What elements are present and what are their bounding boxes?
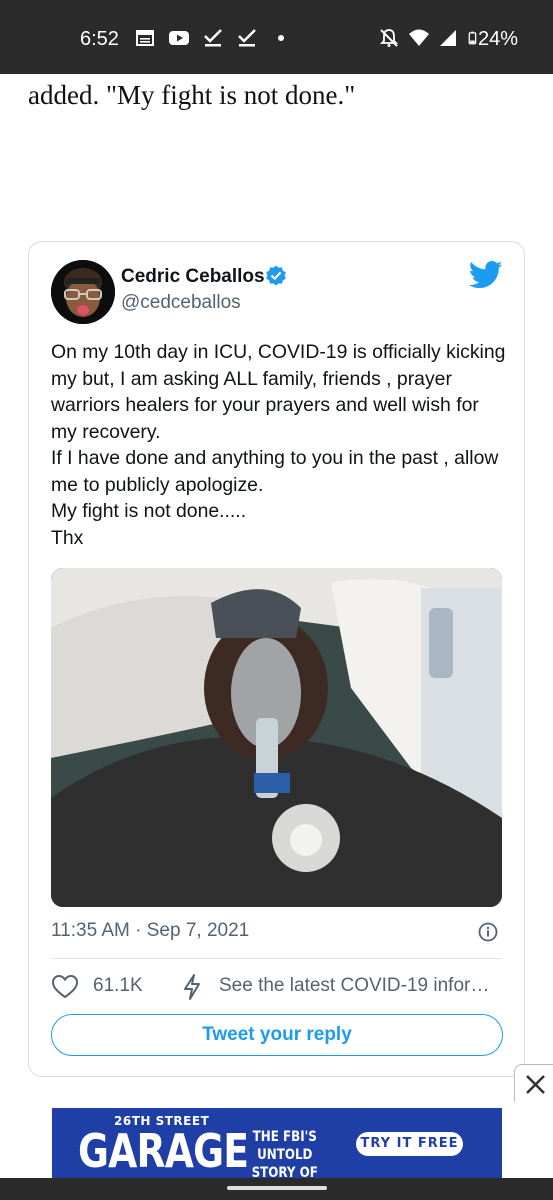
hospital-photo <box>51 568 502 907</box>
embedded-tweet[interactable]: Cedric Ceballos @cedceballos On my 10th … <box>28 241 525 1077</box>
status-bar: 6:52 24% <box>0 0 553 74</box>
wifi-icon <box>409 29 429 46</box>
tweet-line: my recovery. <box>51 420 161 443</box>
tweet-line: my but, I am asking ALL family, friends … <box>51 367 452 390</box>
youtube-icon <box>169 31 189 45</box>
dot-icon <box>278 35 284 41</box>
ad-tagline: THE FBI'S UNTOLD STORY OF 9/11 <box>238 1128 332 1178</box>
tweet-photo[interactable] <box>51 568 502 907</box>
home-gesture-handle[interactable] <box>227 1186 327 1190</box>
info-icon[interactable] <box>478 922 498 942</box>
covid-info-link[interactable]: See the latest COVID-19 infor… <box>219 975 489 997</box>
system-icons <box>378 28 482 48</box>
tweet-timestamp[interactable]: 11:35 AM · Sep 7, 2021 <box>51 920 249 942</box>
like-count[interactable]: 61.1K <box>93 975 143 997</box>
check-icon <box>238 29 256 47</box>
tweet-line: On my 10th day in ICU, COVID-19 is offic… <box>51 341 506 363</box>
ad-tagline-line: THE FBI'S UNTOLD <box>252 1129 317 1163</box>
tweet-line: If I have done and anything to you in th… <box>51 447 499 469</box>
signal-icon <box>440 30 456 46</box>
navigation-bar <box>0 1178 553 1200</box>
heart-icon[interactable] <box>51 974 79 1000</box>
divider <box>51 958 502 959</box>
battery-percentage: 24% <box>478 28 519 50</box>
tweet-line: me to publicly apologize. <box>51 473 264 496</box>
article-paragraph: added. "My fight is not done." <box>28 80 356 110</box>
twitter-logo-icon[interactable] <box>469 260 503 290</box>
verified-badge-icon <box>266 265 286 286</box>
avatar[interactable] <box>51 260 115 324</box>
tweet-line: Thx <box>51 526 84 549</box>
close-icon <box>526 1075 545 1094</box>
author-name[interactable]: Cedric Ceballos <box>121 266 265 288</box>
status-time: 6:52 <box>80 28 119 50</box>
tweet-actions: 61.1K See the latest COVID-19 infor… <box>51 972 511 1002</box>
ad-banner[interactable]: 26TH STREET GARAGE THE FBI'S UNTOLD STOR… <box>52 1108 502 1178</box>
check-icon <box>204 29 222 47</box>
notification-icons <box>134 28 292 48</box>
tweet-reply-button[interactable]: Tweet your reply <box>51 1014 503 1056</box>
ad-brand-title: GARAGE <box>78 1124 249 1178</box>
muted-bell-icon <box>379 29 399 47</box>
lightning-bolt-icon <box>184 974 200 1000</box>
calendar-icon <box>136 30 154 46</box>
ad-close-button[interactable] <box>514 1064 553 1102</box>
tweet-line: warriors healers for your prayers and we… <box>51 394 479 416</box>
tweet-line: My fight is not done..... <box>51 500 247 522</box>
avatar-image <box>51 260 115 324</box>
tweet-text: On my 10th day in ICU, COVID-19 is offic… <box>51 339 511 551</box>
ad-tagline-line: STORY OF 9/11 <box>251 1165 318 1178</box>
ad-cta-button[interactable]: TRY IT FREE <box>356 1132 463 1156</box>
author-handle[interactable]: @cedceballos <box>121 292 241 314</box>
